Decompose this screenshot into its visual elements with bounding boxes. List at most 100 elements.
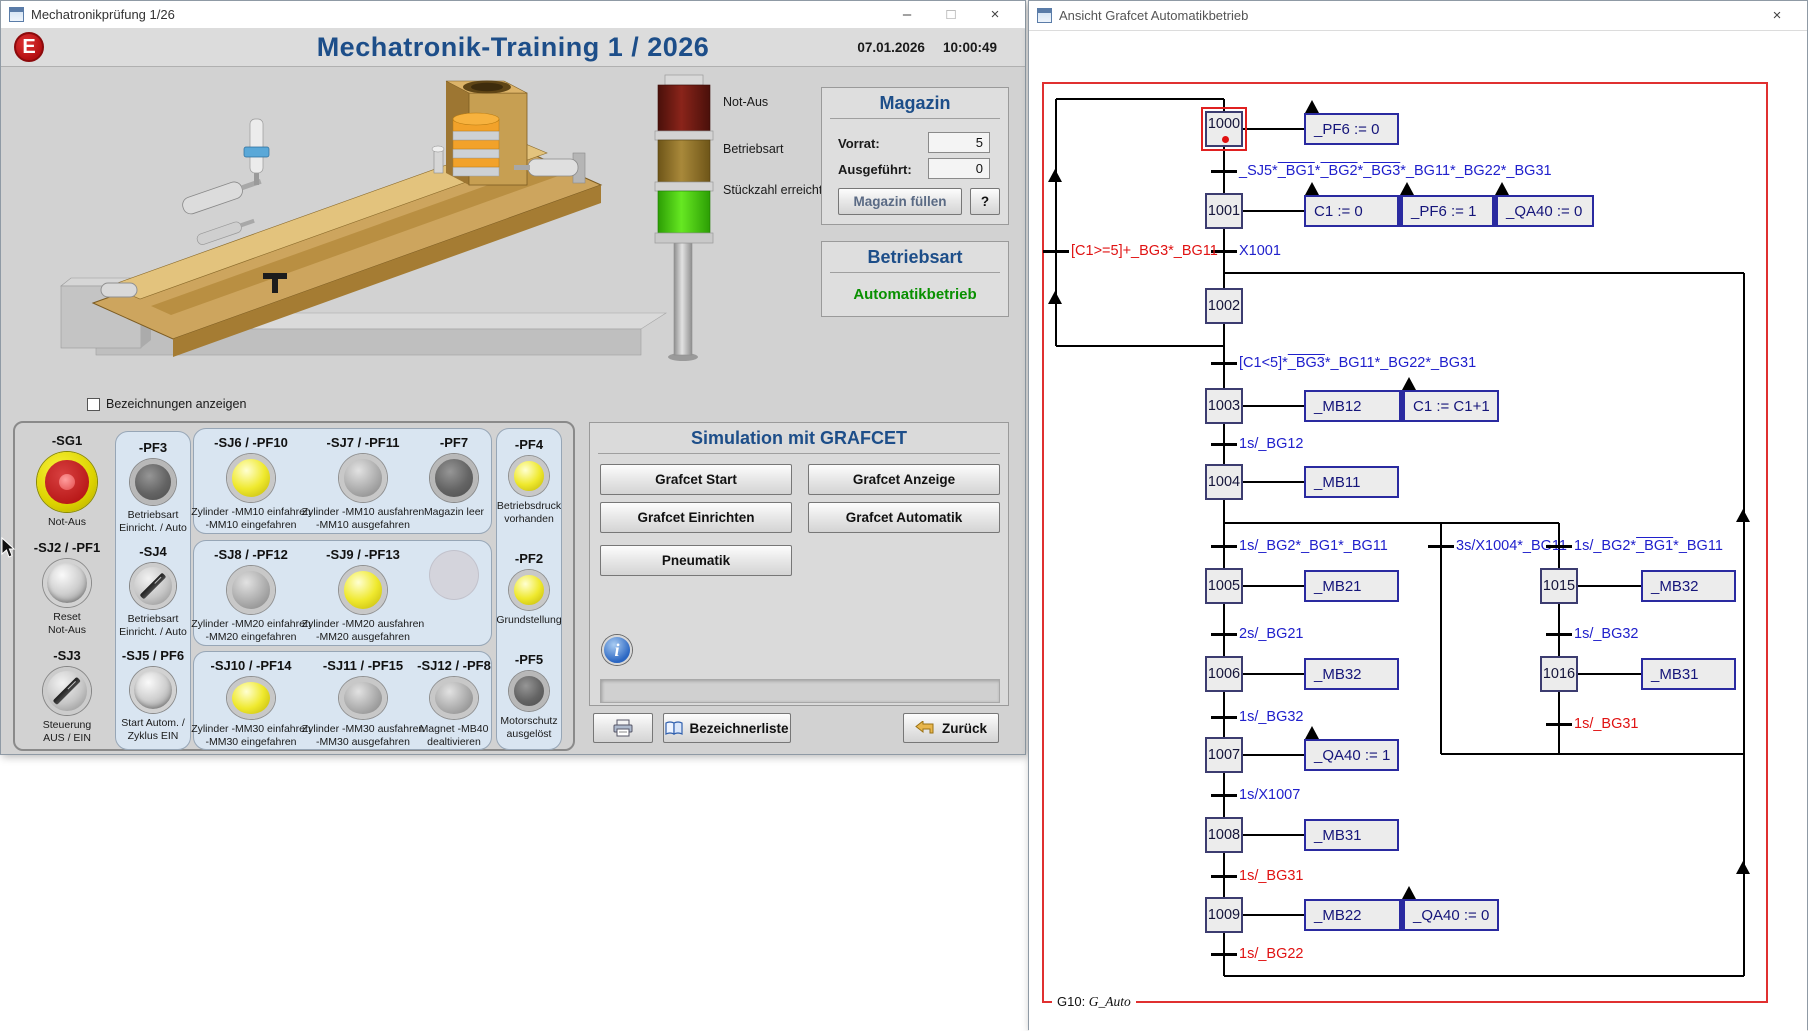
close-button[interactable]: ×	[973, 1, 1017, 28]
push-control[interactable]	[130, 667, 176, 713]
control-sj12-pf8[interactable]: -SJ12 / -PF8Magnet -MB40dealtivieren	[418, 658, 490, 749]
rotary-control[interactable]	[43, 667, 91, 715]
zurueck-button[interactable]: Zurück	[903, 713, 999, 743]
stored-action-arrow-icon	[1305, 182, 1319, 195]
grafcet-window-icon	[1037, 8, 1052, 23]
app-icon	[9, 7, 24, 22]
lamp-on-control	[509, 570, 549, 610]
lamp-on-control[interactable]	[227, 677, 275, 719]
transition-bar	[1211, 170, 1237, 173]
control-sj2-pf1[interactable]: -SJ2 / -PF1ResetNot-Aus	[21, 540, 113, 637]
lamp-off-control[interactable]	[430, 677, 478, 719]
control-pf7: -PF7Magazin leer	[418, 435, 490, 533]
control-sj3[interactable]: -SJ3SteuerungAUS / EIN	[21, 648, 113, 745]
minimize-button[interactable]: –	[885, 1, 929, 28]
window-title: Mechatronikprüfung 1/26	[31, 7, 175, 22]
control-label: Motorschutz	[500, 715, 557, 728]
lamp-off-control[interactable]	[227, 566, 275, 614]
transition-condition: [C1<5]*_BG3*_BG11*_BG22*_BG31	[1239, 353, 1476, 373]
labels-checkbox-label: Bezeichnungen anzeigen	[106, 397, 246, 411]
control-label: Start Autom. /	[121, 717, 185, 730]
control-sj4[interactable]: -SJ4BetriebsartEinricht. / Auto	[116, 544, 190, 639]
control-sj9-pf13[interactable]: -SJ9 / -PF13Zylinder -MM20 ausfahren-MM2…	[308, 547, 418, 645]
lamp-off-control[interactable]	[339, 677, 387, 719]
control-sj11-pf15[interactable]: -SJ11 / -PF15Zylinder -MM30 ausfahren-MM…	[308, 658, 418, 749]
control-id: -PF2	[515, 551, 543, 566]
grafcet-action: _PF6 := 1	[1399, 195, 1494, 227]
zurueck-label: Zurück	[942, 721, 987, 736]
back-arrow-icon	[915, 721, 935, 735]
lamp-on-control[interactable]	[227, 454, 275, 502]
stack-light-label-notaus: Not-Aus	[723, 95, 768, 109]
grafcet-line	[1224, 272, 1744, 274]
machine-illustration	[1, 61, 761, 421]
transition-condition: 1s/_BG32	[1574, 624, 1639, 644]
control-label: -MM20 ausgefahren	[316, 631, 410, 644]
control-sj5-pf6[interactable]: -SJ5 / PF6Start Autom. /Zyklus EIN	[116, 648, 190, 743]
maximize-button[interactable]: □	[929, 1, 973, 28]
control-sj6-pf10[interactable]: -SJ6 / -PF10Zylinder -MM10 einfahren-MM1…	[194, 435, 308, 533]
bezeichnerliste-button[interactable]: Bezeichnerliste	[663, 713, 791, 743]
transition-condition: 1s/_BG22	[1239, 944, 1304, 964]
labels-checkbox[interactable]	[87, 398, 100, 411]
grafcet-action: _QA40 := 1	[1304, 739, 1399, 771]
grafcet-action: C1 := 0	[1304, 195, 1399, 227]
grafcet-step-1001: 1001	[1205, 193, 1243, 229]
stored-action-arrow-icon	[1305, 726, 1319, 739]
stored-action-arrow-icon	[1400, 182, 1414, 195]
stack-light-label-stueckzahl: Stückzahl erreicht	[723, 183, 822, 197]
transition-bar	[1211, 545, 1237, 548]
grafcet-line	[1056, 98, 1224, 100]
control-label: Betriebsdruck	[497, 500, 561, 513]
vorrat-label: Vorrat:	[838, 136, 880, 151]
push-control[interactable]	[43, 559, 91, 607]
control-group-mm20: -SJ8 / -PF12Zylinder -MM20 einfahren-MM2…	[193, 540, 492, 646]
estop-control[interactable]	[37, 452, 97, 512]
grafcet-line	[1440, 523, 1442, 754]
transition-condition: 1s/X1007	[1239, 785, 1300, 805]
pneumatik-button[interactable]: Pneumatik	[600, 545, 792, 576]
rotary-control[interactable]	[130, 563, 176, 609]
control-id: -PF4	[515, 437, 543, 452]
info-icon[interactable]: i	[602, 635, 632, 665]
lamp-off-control[interactable]	[339, 454, 387, 502]
grafcet-step-1000: 1000	[1205, 111, 1243, 147]
magazin-panel: Magazin Vorrat: 5 Ausgeführt: 0 Magazin …	[821, 87, 1009, 225]
control-label: Reset	[53, 611, 80, 624]
grafcet-action: _MB12	[1304, 390, 1401, 422]
transition-bar	[1211, 633, 1237, 636]
control-sj10-pf14[interactable]: -SJ10 / -PF14Zylinder -MM30 einfahren-MM…	[194, 658, 308, 749]
control-label: -MM30 eingefahren	[205, 736, 296, 749]
control-pf3: -PF3BetriebsartEinricht. / Auto	[116, 440, 190, 535]
labels-checkbox-row: Bezeichnungen anzeigen	[87, 397, 246, 411]
stored-action-arrow-icon	[1402, 886, 1416, 899]
lamp-on-control[interactable]	[339, 566, 387, 614]
active-step-dot	[1222, 136, 1229, 143]
control-sj7-pf11[interactable]: -SJ7 / -PF11Zylinder -MM10 ausfahren-MM1…	[308, 435, 418, 533]
control-label: Zylinder -MM10 einfahren	[191, 506, 311, 519]
control-sj8-pf12[interactable]: -SJ8 / -PF12Zylinder -MM20 einfahren-MM2…	[194, 547, 308, 645]
grafcet-automatik-button[interactable]: Grafcet Automatik	[808, 502, 1000, 533]
transition-bar	[1546, 633, 1572, 636]
grafcet-start-button[interactable]: Grafcet Start	[600, 464, 792, 495]
grafcet-close-button[interactable]: ×	[1755, 2, 1799, 29]
grafcet-action: _MB32	[1641, 570, 1736, 602]
mouse-cursor	[1, 537, 17, 559]
grafcet-step-1006: 1006	[1205, 656, 1243, 692]
magazin-help-button[interactable]: ?	[970, 188, 1000, 215]
grafcet-step-1008: 1008	[1205, 817, 1243, 853]
control-label: -MM10 eingefahren	[205, 519, 296, 532]
action-connector	[1243, 673, 1304, 675]
action-connector	[1243, 128, 1304, 130]
control-sg1[interactable]: -SG1Not-Aus	[21, 433, 113, 529]
print-button[interactable]	[593, 713, 653, 743]
grafcet-action: C1 := C1+1	[1401, 390, 1499, 422]
grafcet-frame-label: G10: G_Auto	[1052, 993, 1136, 1011]
grafcet-einrichten-button[interactable]: Grafcet Einrichten	[600, 502, 792, 533]
main-titlebar: Mechatronikprüfung 1/26 – □ ×	[1, 1, 1025, 29]
grafcet-anzeige-button[interactable]: Grafcet Anzeige	[808, 464, 1000, 495]
blank-control	[430, 551, 478, 599]
magazin-fuellen-button[interactable]: Magazin füllen	[838, 188, 962, 215]
control-id: -SJ2 / -PF1	[34, 540, 100, 555]
control-id: -SJ11 / -PF15	[323, 658, 403, 673]
